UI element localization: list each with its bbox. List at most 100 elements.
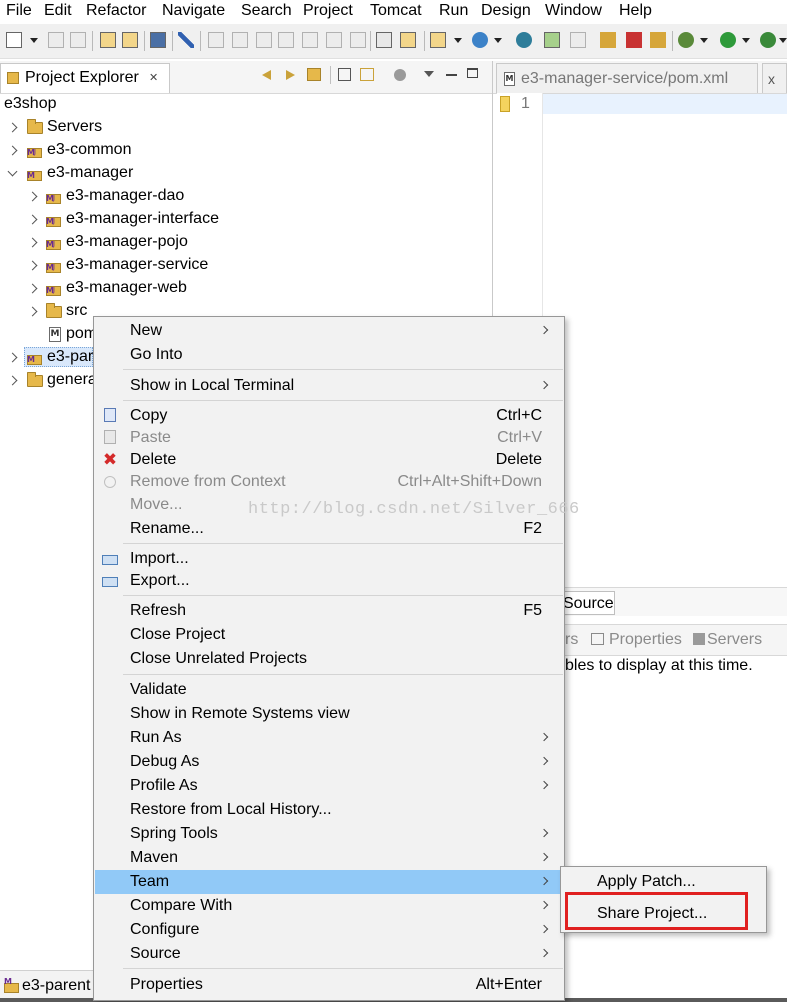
menu-item-maven[interactable]: Maven xyxy=(95,846,563,870)
menu-item-close-unrelated-projects[interactable]: Close Unrelated Projects xyxy=(95,647,563,671)
chevron-down-icon[interactable] xyxy=(700,38,708,43)
menu-project[interactable]: Project xyxy=(303,1,353,21)
tree-item-e3-manager[interactable]: M e3-manager xyxy=(0,162,492,184)
maximize-icon[interactable] xyxy=(467,68,478,78)
save-icon[interactable] xyxy=(48,32,64,48)
editor-current-line[interactable] xyxy=(543,94,787,114)
chevron-right-icon[interactable] xyxy=(27,306,38,317)
tree-item-servers[interactable]: Servers xyxy=(0,116,492,138)
toggle-mark-icon[interactable] xyxy=(376,32,392,48)
menu-item-profile-as[interactable]: Profile As xyxy=(95,774,563,798)
tree-item-e3-manager-interface[interactable]: MJ e3-manager-interface xyxy=(0,208,492,230)
menu-item-import[interactable]: Import... xyxy=(95,547,563,571)
tab-properties[interactable]: Properties xyxy=(609,631,682,649)
tree-item-generator[interactable]: generatorSqlmapCustom xyxy=(0,369,93,391)
external-tools-icon[interactable] xyxy=(760,32,776,48)
chevron-right-icon[interactable] xyxy=(7,352,18,363)
menu-item-restore-from-local-history[interactable]: Restore from Local History... xyxy=(95,798,563,822)
menu-item-remove-from-context[interactable]: Remove from Context Ctrl+Alt+Shift+Down xyxy=(95,470,563,494)
menu-item-delete[interactable]: ✖ Delete Delete xyxy=(95,448,563,472)
menu-item-source[interactable]: Source xyxy=(95,942,563,966)
filter-icon[interactable] xyxy=(394,69,406,81)
menu-item-show-in-remote-systems[interactable]: Show in Remote Systems view xyxy=(95,702,563,726)
minimize-icon[interactable] xyxy=(446,74,457,76)
console-icon[interactable] xyxy=(150,32,166,48)
view-menu-icon[interactable] xyxy=(424,71,434,77)
new-server-icon[interactable] xyxy=(430,32,446,48)
tab-second-editor[interactable]: x xyxy=(762,63,787,93)
tab-servers[interactable]: Servers xyxy=(707,631,762,649)
open-resource-icon[interactable] xyxy=(122,32,138,48)
tab-markers-fragment[interactable]: rs xyxy=(565,631,578,649)
tree-item-e3-manager-web[interactable]: MJ e3-manager-web xyxy=(0,277,492,299)
menu-refactor[interactable]: Refactor xyxy=(86,1,146,21)
step-return-icon[interactable] xyxy=(350,32,366,48)
menu-help[interactable]: Help xyxy=(619,1,652,21)
menu-edit[interactable]: Edit xyxy=(44,1,72,21)
forward-icon[interactable] xyxy=(286,70,295,80)
chevron-right-icon[interactable] xyxy=(27,214,38,225)
chevron-right-icon[interactable] xyxy=(27,260,38,271)
up-icon[interactable] xyxy=(307,68,321,81)
menu-item-team[interactable]: Team xyxy=(95,870,563,894)
chevron-down-icon[interactable] xyxy=(779,38,787,43)
step-into-icon[interactable] xyxy=(302,32,318,48)
collapse-all-icon[interactable] xyxy=(338,68,351,81)
menu-item-copy[interactable]: Copy Ctrl+C xyxy=(95,404,563,428)
tree-item-e3-manager-service[interactable]: MJ e3-manager-service xyxy=(0,254,492,276)
terminate-icon[interactable] xyxy=(256,32,272,48)
menu-item-new[interactable]: New xyxy=(95,319,563,343)
tree-item-e3-parent[interactable]: M e3-parent xyxy=(0,346,93,368)
team-sync-icon[interactable] xyxy=(544,32,560,48)
close-icon[interactable]: ✕ xyxy=(149,69,158,87)
menu-item-validate[interactable]: Validate xyxy=(95,678,563,702)
menu-item-spring-tools[interactable]: Spring Tools xyxy=(95,822,563,846)
tab-source[interactable]: Source xyxy=(560,591,615,615)
menu-run[interactable]: Run xyxy=(439,1,468,21)
warning-marker-icon[interactable] xyxy=(500,96,510,112)
menu-search[interactable]: Search xyxy=(241,1,292,21)
menu-item-refresh[interactable]: Refresh F5 xyxy=(95,599,563,623)
chevron-down-icon[interactable] xyxy=(742,38,750,43)
chevron-right-icon[interactable] xyxy=(7,145,18,156)
menu-item-rename[interactable]: Rename... F2 xyxy=(95,517,563,541)
menu-item-properties[interactable]: Properties Alt+Enter xyxy=(95,973,563,997)
menu-navigate[interactable]: Navigate xyxy=(162,1,225,21)
tomcat-restart-icon[interactable] xyxy=(650,32,666,48)
menu-tomcat[interactable]: Tomcat xyxy=(370,1,422,21)
tree-item-pom-xml[interactable]: M pom.xml xyxy=(0,323,93,345)
open-type-icon[interactable] xyxy=(100,32,116,48)
globe-icon[interactable] xyxy=(516,32,532,48)
chevron-right-icon[interactable] xyxy=(27,237,38,248)
step-over-icon[interactable] xyxy=(326,32,342,48)
link-with-editor-icon[interactable] xyxy=(360,68,374,81)
menu-window[interactable]: Window xyxy=(545,1,602,21)
tree-item-e3-manager-pojo[interactable]: MJ e3-manager-pojo xyxy=(0,231,492,253)
menu-item-run-as[interactable]: Run As xyxy=(95,726,563,750)
menu-item-paste[interactable]: Paste Ctrl+V xyxy=(95,426,563,450)
menu-file[interactable]: File xyxy=(6,1,32,21)
menu-item-close-project[interactable]: Close Project xyxy=(95,623,563,647)
chevron-right-icon[interactable] xyxy=(7,375,18,386)
back-icon[interactable] xyxy=(262,70,271,80)
skip-breakpoints-icon[interactable] xyxy=(178,32,194,48)
menu-design[interactable]: Design xyxy=(481,1,531,21)
tree-item-e3-manager-dao[interactable]: MJ e3-manager-dao xyxy=(0,185,492,207)
chevron-down-icon[interactable] xyxy=(7,166,18,177)
tomcat-start-icon[interactable] xyxy=(600,32,616,48)
chevron-down-icon[interactable] xyxy=(30,38,38,43)
menu-item-show-in-local-terminal[interactable]: Show in Local Terminal xyxy=(95,374,563,398)
menu-item-apply-patch[interactable]: Apply Patch... xyxy=(562,870,765,894)
disconnect-icon[interactable] xyxy=(278,32,294,48)
chevron-right-icon[interactable] xyxy=(27,191,38,202)
menu-item-debug-as[interactable]: Debug As xyxy=(95,750,563,774)
chevron-down-icon[interactable] xyxy=(494,38,502,43)
resume-icon[interactable] xyxy=(208,32,224,48)
save-all-icon[interactable] xyxy=(70,32,86,48)
new-wizard-icon[interactable] xyxy=(472,32,488,48)
menu-item-export[interactable]: Export... xyxy=(95,569,563,593)
run-icon[interactable] xyxy=(720,32,736,48)
suspend-icon[interactable] xyxy=(232,32,248,48)
tree-item-e3-common[interactable]: MJ e3-common xyxy=(0,139,492,161)
debug-icon[interactable] xyxy=(678,32,694,48)
